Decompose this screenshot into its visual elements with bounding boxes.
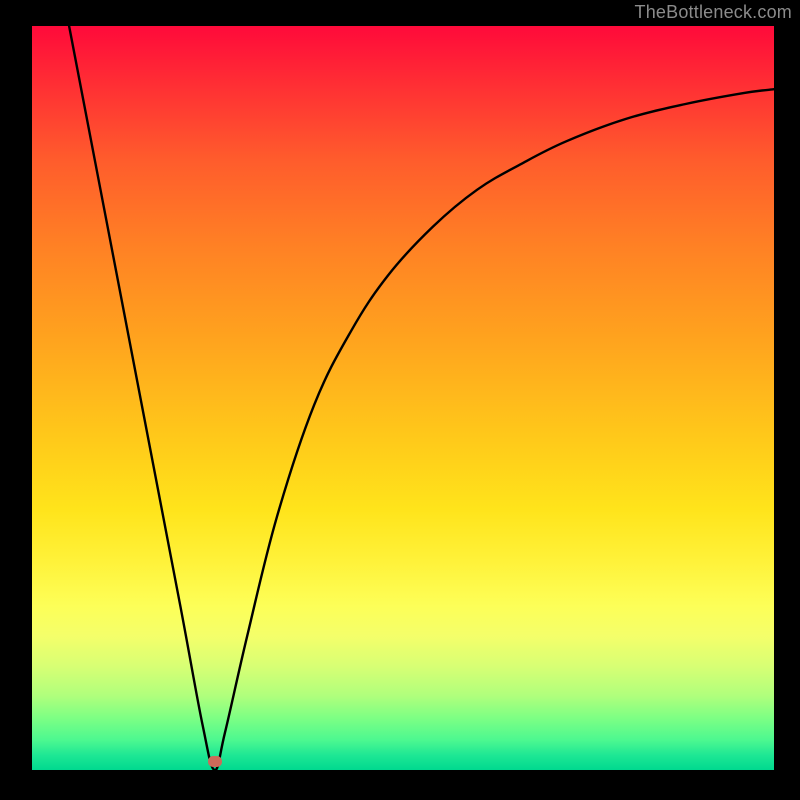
watermark-text: TheBottleneck.com [635,2,792,23]
chart-frame: TheBottleneck.com [0,0,800,800]
bottleneck-curve [0,0,800,800]
minimum-marker [208,756,222,767]
